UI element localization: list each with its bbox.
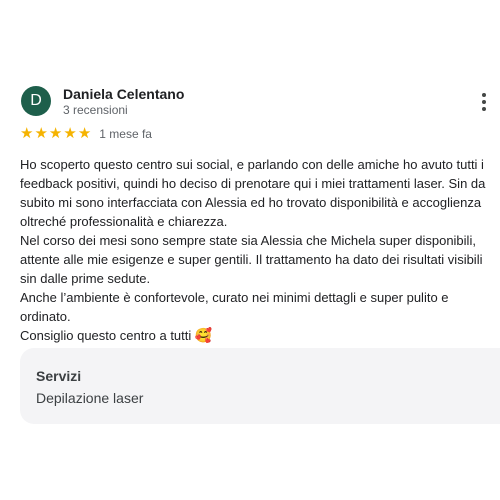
star-icon: ★: [63, 125, 77, 142]
review-paragraph: Nel corso dei mesi sono sempre state sia…: [20, 233, 483, 286]
avatar[interactable]: D: [21, 86, 51, 116]
star-icon: ★: [34, 125, 48, 142]
author-review-count: 3 recensioni: [63, 103, 128, 117]
review-paragraph: Ho scoperto questo centro sui social, e …: [20, 157, 486, 229]
review-card: D Daniela Celentano 3 recensioni ★ ★ ★ ★ ★ 1…: [0, 0, 500, 500]
author-name[interactable]: Daniela Celentano: [63, 86, 184, 102]
services-title: Servizi: [36, 368, 82, 384]
review-text: Ho scoperto questo centro sui social, e …: [20, 155, 488, 345]
review-closing-text: Consiglio questo centro a tutti: [20, 328, 192, 343]
services-value: Depilazione laser: [36, 390, 144, 406]
star-icon: ★: [77, 125, 92, 142]
more-vert-icon: [482, 93, 486, 97]
star-icon: ★: [48, 125, 63, 142]
more-options-button[interactable]: [472, 90, 496, 114]
star-icon: ★: [20, 125, 34, 142]
review-paragraph: Anche l’ambiente è confortevole, curato …: [20, 290, 449, 324]
services-box: Servizi Depilazione laser: [20, 348, 500, 424]
review-date: 1 mese fa: [99, 127, 152, 141]
smiling-face-with-hearts-icon: 🥰: [194, 327, 213, 343]
star-rating: ★ ★ ★ ★ ★: [20, 126, 91, 142]
rating-row: ★ ★ ★ ★ ★ 1 mese fa: [20, 126, 152, 142]
review-paragraph-last: Consiglio questo centro a tutti 🥰: [20, 326, 488, 345]
